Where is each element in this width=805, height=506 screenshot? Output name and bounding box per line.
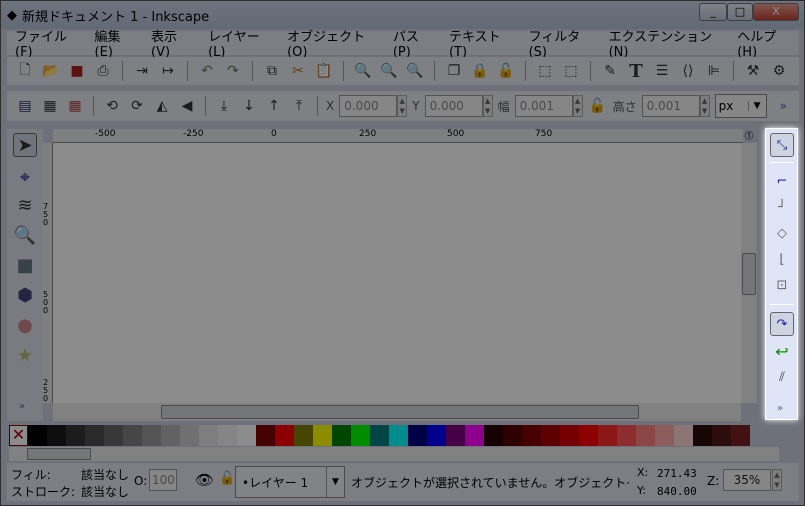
dim-overlay: [0, 0, 805, 506]
separator: [770, 304, 794, 305]
snap-bbox-midpoint-icon[interactable]: ⌊: [770, 247, 794, 271]
snap-enable-icon[interactable]: ⤡: [770, 133, 794, 157]
snap-overflow-button[interactable]: »: [777, 403, 783, 414]
snap-bbox-icon[interactable]: ⌐: [770, 169, 794, 193]
snap-bbox-edge-icon[interactable]: ┘: [770, 195, 794, 219]
snap-nodes-icon[interactable]: ↷: [770, 312, 794, 336]
snap-bbox-corner-icon[interactable]: ◇: [770, 221, 794, 245]
snap-controls-bar: ⤡ ⌐ ┘ ◇ ⌊ ⊡ ↷ ↩ ⫽ »: [765, 128, 798, 420]
snap-paths-icon[interactable]: ↩: [770, 339, 794, 363]
snap-bbox-center-icon[interactable]: ⊡: [770, 273, 794, 297]
separator: [770, 162, 794, 163]
snap-intersections-icon[interactable]: ⫽: [770, 365, 794, 389]
